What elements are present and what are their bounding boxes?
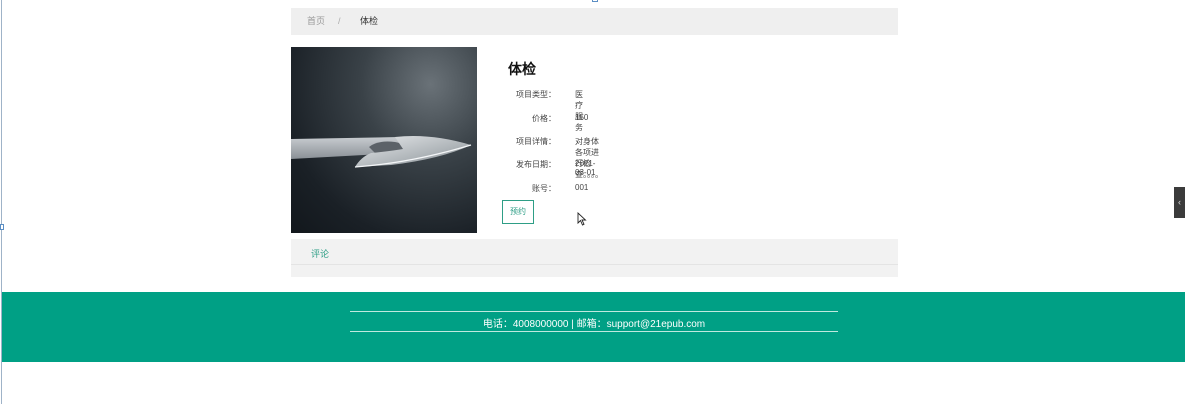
field-value: 150 — [575, 113, 589, 122]
field-label: 发布日期： — [516, 160, 556, 169]
field-label: 价格： — [532, 114, 556, 123]
field-label: 账号： — [532, 184, 556, 193]
scalpel-icon — [291, 136, 472, 168]
field-label: 项目详情： — [516, 137, 556, 146]
breadcrumb-home-link[interactable]: 首页 — [307, 8, 325, 35]
page: 首页 / 体检 体检 项目类型： 医疗服务 价格： 150 项目详情： 对身体各… — [0, 0, 1185, 404]
mouse-cursor-icon — [577, 212, 587, 226]
breadcrumb: 首页 / 体检 — [291, 8, 898, 35]
comment-section: 评论 — [291, 239, 898, 277]
chevron-left-icon[interactable]: ‹ — [1174, 187, 1185, 218]
tab-comments[interactable]: 评论 — [311, 247, 329, 260]
resize-handle[interactable] — [0, 224, 4, 230]
footer: 电话：4008000000 | 邮箱：support@21epub.com — [2, 292, 1185, 362]
footer-divider-bottom — [350, 331, 838, 332]
field-label: 项目类型： — [516, 90, 556, 99]
breadcrumb-current: 体检 — [360, 16, 379, 26]
field-value: 2021-03-01 — [575, 159, 596, 177]
footer-divider-top — [350, 311, 838, 312]
breadcrumb-separator: / — [338, 16, 341, 26]
field-value: 医疗服务 — [575, 90, 583, 132]
divider — [291, 264, 898, 265]
book-button[interactable]: 预约 — [502, 200, 534, 224]
resize-handle-top[interactable] — [592, 0, 598, 2]
field-value: 001 — [575, 183, 589, 192]
footer-contact-info: 电话：4008000000 | 邮箱：support@21epub.com — [482, 319, 706, 330]
product-title: 体检 — [508, 61, 536, 77]
product-image — [291, 47, 477, 233]
